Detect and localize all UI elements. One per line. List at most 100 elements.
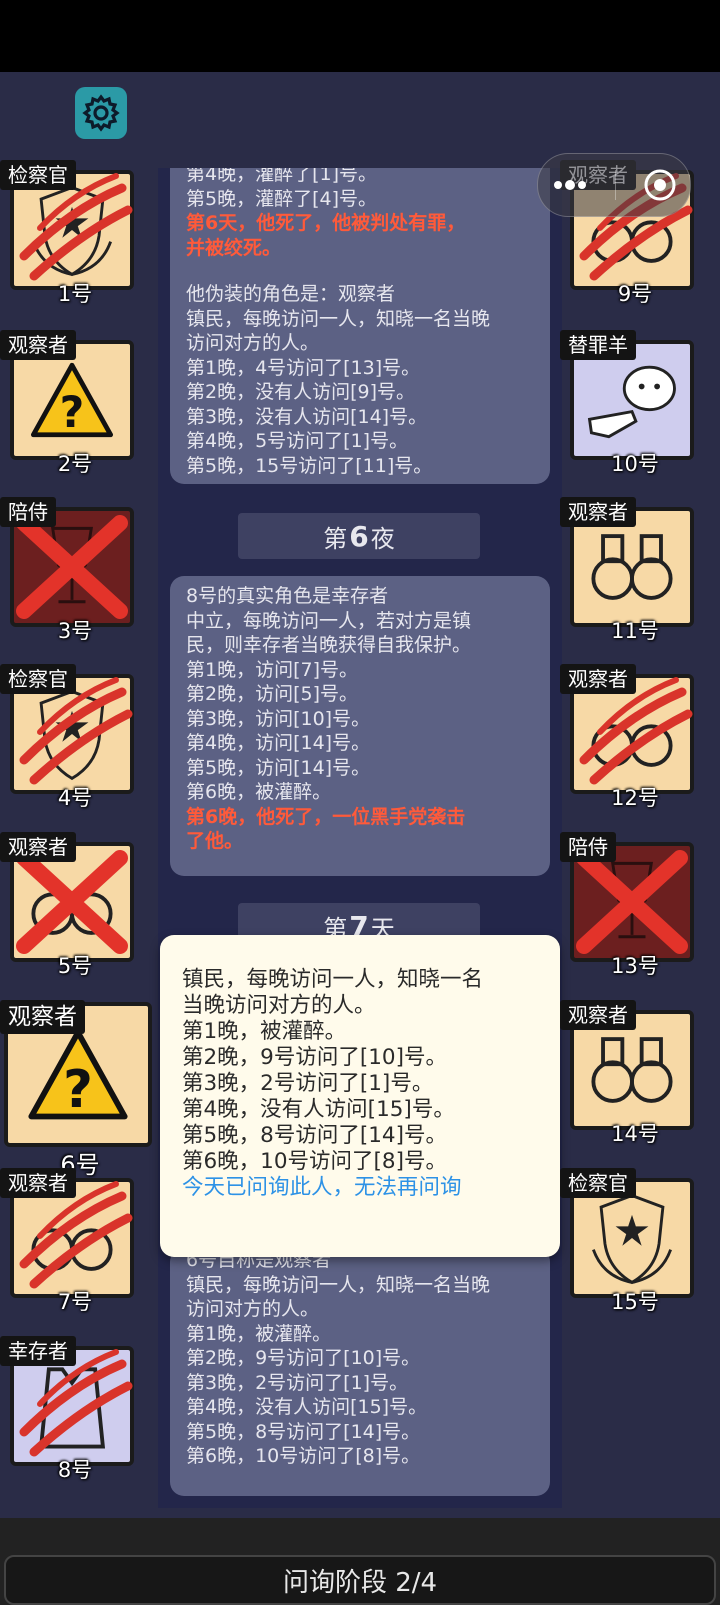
role-label: 检察官	[0, 160, 76, 190]
player-card-1[interactable]: 检察官 1号	[0, 160, 140, 306]
log-line: 镇民，每晚访问一人，知晓一名当晚	[186, 1273, 491, 1296]
log-line: 第5晚，灌醉了[4]号。	[186, 187, 378, 210]
role-label: 观察者	[0, 1168, 76, 1198]
log-entry-player-6: 6号自称是观察者 镇民，每晚访问一人，知晓一名当晚 访问对方的人。 第1晚，被灌…	[170, 1248, 550, 1496]
popup-line: 第1晚，被灌醉。	[182, 1019, 347, 1044]
phase-indicator: 问询阶段 2/4	[4, 1555, 716, 1605]
player-card-4[interactable]: 检察官 4号	[0, 664, 140, 810]
warning-icon: ?	[30, 362, 114, 438]
binoculars-icon	[591, 1037, 673, 1103]
player-card-2[interactable]: ? 观察者 2号	[0, 330, 140, 476]
log-line: 第1晚，访问[7]号。	[186, 658, 359, 681]
more-dots-icon[interactable]	[552, 178, 588, 192]
log-line: 第5晚，访问[14]号。	[186, 756, 371, 779]
role-label: 观察者	[0, 1000, 85, 1034]
event-log[interactable]: 第4晚，灌醉了[1]号。 第5晚，灌醉了[4]号。 第6天，他死了，他被判处有罪…	[158, 168, 562, 1508]
player-card-12[interactable]: 观察者 12号	[560, 664, 700, 810]
log-line: 中立，每晚访问一人，若对方是镇	[186, 609, 472, 632]
player-number: 15号	[611, 1290, 659, 1314]
popup-line: 当晚访问对方的人。	[182, 993, 376, 1018]
player-card-5[interactable]: 观察者 5号	[0, 832, 140, 978]
role-label: 观察者	[0, 832, 76, 862]
popup-line: 第6晚，10号访问了[8]号。	[182, 1149, 447, 1174]
log-line: 第3晚，2号访问了[1]号。	[186, 1371, 409, 1394]
log-entry-player-8: 8号的真实角色是幸存者 中立，每晚访问一人，若对方是镇 民，则幸存者当晚获得自我…	[170, 576, 550, 876]
inquiry-notice: 今天已问询此人，无法再问询	[182, 1175, 462, 1200]
phase-label: 问询阶段 2/4	[282, 1567, 438, 1598]
log-line: 访问对方的人。	[186, 332, 320, 354]
popup-line: 第2晚，9号访问了[10]号。	[182, 1045, 447, 1070]
capsule-divider	[614, 170, 616, 200]
player-number: 1号	[57, 282, 93, 306]
role-label: 检察官	[560, 1168, 636, 1198]
death-line: 了他。	[186, 830, 244, 852]
night-6-header: 第6夜	[238, 513, 480, 559]
player-card-3[interactable]: 陪侍 3号	[0, 497, 140, 643]
player-number: 11号	[611, 619, 659, 643]
svg-text:?: ?	[60, 389, 85, 438]
log-line: 第6晚，被灌醉。	[186, 781, 332, 803]
popup-line: 第3晚，2号访问了[1]号。	[182, 1071, 434, 1096]
sheep-pointing-icon	[587, 365, 676, 439]
status-bar	[0, 0, 720, 72]
log-line: 第1晚，4号访问了[13]号。	[186, 356, 421, 379]
player-card-6[interactable]: ? 观察者 6号	[0, 1000, 155, 1179]
role-label: 陪侍	[0, 497, 56, 527]
player-number: 3号	[57, 619, 93, 643]
death-line: 第6天，他死了，他被判处有罪，	[186, 212, 466, 234]
player-number: 8号	[57, 1458, 93, 1482]
header-suffix: 夜	[370, 524, 395, 553]
log-entry-player-3: 第4晚，灌醉了[1]号。 第5晚，灌醉了[4]号。 第6天，他死了，他被判处有罪…	[170, 168, 550, 484]
log-line: 第3晚，访问[10]号。	[186, 707, 371, 730]
log-line: 民，则幸存者当晚获得自我保护。	[186, 634, 472, 656]
log-line: 第5晚，8号访问了[14]号。	[186, 1420, 421, 1443]
popup-line: 第5晚，8号访问了[14]号。	[182, 1123, 447, 1148]
player-card-13[interactable]: 陪侍 13号	[560, 832, 700, 978]
player-card-10[interactable]: 替罪羊 10号	[560, 330, 700, 476]
binoculars-icon	[591, 534, 673, 600]
log-line: 第2晚，访问[5]号。	[186, 683, 359, 705]
prosecutor-badge-icon	[592, 1193, 672, 1285]
player-card-8[interactable]: 幸存者 8号	[0, 1336, 140, 1482]
role-label: 幸存者	[0, 1336, 76, 1366]
player-number: 4号	[57, 786, 93, 810]
log-line: 第1晚，被灌醉。	[186, 1322, 332, 1345]
death-line: 第6晚，他死了，一位黑手党袭击	[186, 805, 466, 828]
target-close-icon[interactable]	[643, 168, 677, 202]
log-line: 他伪装的角色是：观察者	[186, 283, 396, 305]
svg-text:?: ?	[63, 1060, 93, 1120]
death-line: 并被绞死。	[186, 236, 282, 259]
log-line: 第4晚，灌醉了[1]号。	[186, 168, 378, 185]
player-number: 9号	[617, 282, 653, 306]
role-label: 检察官	[0, 664, 76, 694]
player-card-15[interactable]: 检察官 15号	[560, 1168, 700, 1314]
player-number: 13号	[611, 954, 659, 978]
popup-line: 第4晚，没有人访问[15]号。	[182, 1097, 455, 1122]
log-line: 访问对方的人。	[186, 1298, 320, 1320]
header-prefix: 第	[323, 524, 348, 553]
player-card-7[interactable]: 观察者 7号	[0, 1168, 140, 1314]
popup-line: 镇民，每晚访问一人，知晓一名	[182, 967, 484, 992]
role-label: 观察者	[560, 664, 636, 694]
player-card-11[interactable]: 观察者 11号	[560, 497, 700, 643]
log-line: 第3晚，没有人访问[14]号。	[186, 405, 428, 428]
miniprogram-capsule	[537, 153, 691, 217]
gear-icon	[82, 94, 120, 132]
player-card-14[interactable]: 观察者 14号	[560, 1000, 700, 1146]
player-number: 10号	[611, 452, 659, 476]
settings-button[interactable]	[75, 87, 127, 139]
player-number: 7号	[57, 1290, 93, 1314]
log-line: 第4晚，没有人访问[15]号。	[186, 1396, 428, 1418]
role-label: 替罪羊	[560, 330, 636, 360]
role-label: 观察者	[0, 330, 76, 360]
log-line: 镇民，每晚访问一人，知晓一名当晚	[186, 307, 491, 330]
player-info-popup[interactable]: 镇民，每晚访问一人，知晓一名 当晚访问对方的人。 第1晚，被灌醉。 第2晚，9号…	[160, 935, 560, 1257]
log-line: 第4晚，访问[14]号。	[186, 732, 371, 754]
log-line: 第5晚，15号访问了[11]号。	[186, 454, 433, 477]
log-line: 第2晚，9号访问了[10]号。	[186, 1347, 421, 1369]
player-number: 5号	[57, 954, 93, 978]
log-line: 第6晚，10号访问了[8]号。	[186, 1445, 421, 1467]
header-number: 6	[349, 519, 369, 553]
player-number: 2号	[57, 452, 93, 476]
log-line: 第2晚，没有人访问[9]号。	[186, 381, 416, 403]
